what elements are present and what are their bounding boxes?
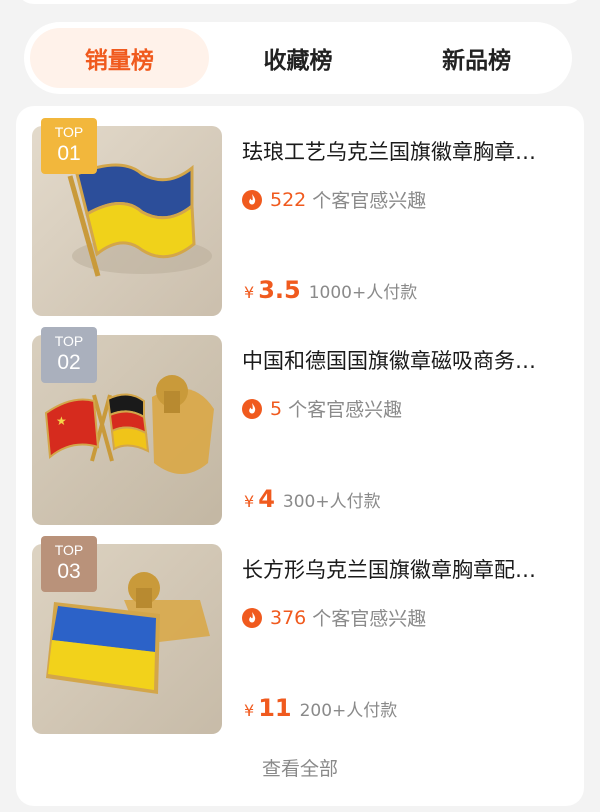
currency-symbol: ¥ xyxy=(244,701,255,720)
currency-symbol: ¥ xyxy=(244,283,255,302)
price-line: ¥ 11 200+人付款 xyxy=(244,694,397,722)
product-price: 11 xyxy=(258,694,292,722)
price-line: ¥ 3.5 1000+人付款 xyxy=(244,276,417,304)
product-item[interactable]: TOP 02 ★ 中国和德国国旗徽章磁吸商务… 5 个客官感兴趣 ¥ 4 300… xyxy=(32,327,568,525)
rank-badge: TOP 01 xyxy=(41,118,97,174)
product-price: 4 xyxy=(258,485,275,513)
interest-text: 个客官感兴趣 xyxy=(312,608,427,630)
paid-count: 200+人付款 xyxy=(299,701,398,721)
rank-number: 03 xyxy=(57,560,81,583)
product-list-card: TOP 01 珐琅工艺乌克兰国旗徽章胸章… 522 个客官感兴趣 ¥ 3.5 1… xyxy=(16,106,584,806)
svg-text:★: ★ xyxy=(56,414,67,428)
product-price: 3.5 xyxy=(258,276,301,304)
top-strip xyxy=(16,0,584,4)
product-item[interactable]: TOP 03 长方形乌克兰国旗徽章胸章配… 376 个客官感兴趣 ¥ 11 20… xyxy=(32,536,568,734)
product-title[interactable]: 中国和德国国旗徽章磁吸商务… xyxy=(242,345,552,375)
rank-number: 01 xyxy=(57,142,81,165)
tab-favorites[interactable]: 收藏榜 xyxy=(209,28,388,88)
paid-count: 1000+人付款 xyxy=(308,283,418,303)
ranking-tabs: 销量榜 收藏榜 新品榜 xyxy=(24,22,572,94)
tab-sales[interactable]: 销量榜 xyxy=(30,28,209,88)
flame-icon xyxy=(242,189,262,210)
rank-top-label: TOP xyxy=(54,124,84,140)
flame-icon xyxy=(242,398,262,419)
price-line: ¥ 4 300+人付款 xyxy=(244,485,381,513)
rank-top-label: TOP xyxy=(54,333,84,349)
product-title[interactable]: 珐琅工艺乌克兰国旗徽章胸章… xyxy=(242,136,552,166)
interest-line: 376 个客官感兴趣 xyxy=(242,604,426,631)
product-item[interactable]: TOP 01 珐琅工艺乌克兰国旗徽章胸章… 522 个客官感兴趣 ¥ 3.5 1… xyxy=(32,118,568,316)
rank-top-label: TOP xyxy=(54,542,84,558)
paid-count: 300+人付款 xyxy=(282,492,381,512)
interest-count: 522 xyxy=(270,188,307,211)
rank-badge: TOP 02 xyxy=(41,327,97,383)
view-all-link[interactable]: 查看全部 xyxy=(16,754,584,781)
currency-symbol: ¥ xyxy=(244,492,255,511)
tab-new[interactable]: 新品榜 xyxy=(387,28,566,88)
flame-icon xyxy=(242,607,262,628)
interest-line: 522 个客官感兴趣 xyxy=(242,186,426,213)
interest-count: 5 xyxy=(270,397,283,420)
interest-text: 个客官感兴趣 xyxy=(312,190,427,212)
rank-badge: TOP 03 xyxy=(41,536,97,592)
interest-count: 376 xyxy=(270,606,307,629)
product-title[interactable]: 长方形乌克兰国旗徽章胸章配… xyxy=(242,554,552,584)
rank-number: 02 xyxy=(57,351,81,374)
interest-text: 个客官感兴趣 xyxy=(288,399,403,421)
interest-line: 5 个客官感兴趣 xyxy=(242,395,402,422)
